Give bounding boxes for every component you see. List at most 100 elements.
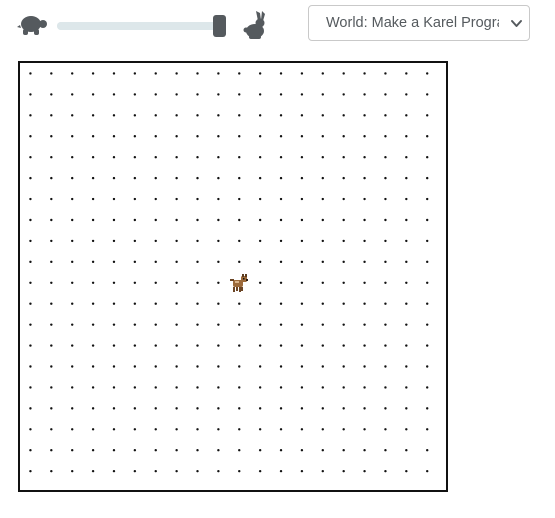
corner-dot — [300, 323, 304, 326]
corner-dot — [50, 281, 53, 284]
corner-dot — [405, 469, 408, 473]
corner-dot — [91, 344, 95, 347]
corner-dot — [112, 135, 116, 138]
corner-dot — [217, 218, 220, 222]
corner-dot — [50, 135, 53, 138]
corner-dot — [154, 197, 157, 201]
corner-dot — [29, 302, 32, 305]
corner-dot — [196, 155, 199, 159]
corner-dot — [238, 239, 241, 243]
corner-dot — [29, 135, 32, 138]
corner-dot — [91, 176, 95, 180]
corner-dot — [258, 135, 262, 138]
corner-dot — [342, 323, 345, 326]
corner-dot — [321, 72, 324, 75]
corner-dot — [196, 407, 199, 410]
corner-dot — [112, 469, 116, 473]
corner-dot — [154, 239, 157, 243]
corner-dot — [71, 407, 74, 410]
corner-dot — [175, 428, 178, 431]
corner-dot — [426, 239, 429, 243]
corner-dot — [29, 281, 32, 284]
corner-dot — [238, 365, 241, 368]
corner-dot — [133, 218, 137, 222]
corner-dot — [279, 365, 283, 368]
corner-dot — [405, 260, 408, 264]
corner-dot — [175, 386, 178, 389]
corner-dot — [91, 239, 95, 243]
corner-dot — [50, 72, 53, 75]
corner-dot — [405, 218, 408, 222]
corner-dot — [321, 365, 324, 368]
corner-dot — [405, 386, 408, 389]
corner-dot — [426, 407, 429, 410]
corner-dot — [71, 218, 74, 222]
corner-dot — [154, 428, 157, 431]
corner-dot — [426, 344, 429, 347]
corner-dot — [426, 176, 429, 180]
corner-dot — [175, 155, 178, 159]
corner-dot — [279, 323, 283, 326]
corner-dot — [321, 386, 324, 389]
corner-dot — [363, 260, 366, 264]
corner-dot — [279, 302, 283, 305]
corner-dot — [405, 344, 408, 347]
corner-dot — [112, 302, 116, 305]
corner-dot — [29, 260, 32, 264]
corner-dot — [258, 386, 262, 389]
corner-dot — [154, 469, 157, 473]
corner-dot — [238, 344, 241, 347]
corner-dot — [405, 302, 408, 305]
corner-dot — [133, 114, 137, 117]
corner-dot — [91, 302, 95, 305]
corner-dot — [363, 407, 366, 410]
corner-dot — [196, 344, 199, 347]
corner-dot — [29, 72, 32, 75]
corner-dot — [133, 386, 137, 389]
corner-dot — [50, 407, 53, 410]
corner-dot — [133, 155, 137, 159]
corner-dot — [50, 239, 53, 243]
karel-ide: World: Make a Karel Program — [0, 0, 555, 518]
corner-dot — [300, 135, 304, 138]
corner-dot — [71, 135, 74, 138]
corner-dot — [217, 155, 220, 159]
speed-slider-track[interactable] — [57, 22, 223, 30]
corner-dot — [154, 155, 157, 159]
rabbit-icon — [243, 11, 265, 39]
corner-dot — [154, 72, 157, 75]
corner-dot — [217, 302, 220, 305]
corner-dot — [71, 239, 74, 243]
corner-dot — [217, 469, 220, 473]
corner-dot — [321, 260, 324, 264]
corner-dot — [279, 155, 283, 159]
corner-dot — [258, 239, 262, 243]
corner-dot — [384, 114, 387, 117]
world-select-label: World: Make a Karel Program — [326, 15, 499, 31]
corner-dot — [342, 93, 345, 96]
corner-dot — [217, 344, 220, 347]
world-select[interactable]: World: Make a Karel Program — [308, 5, 530, 41]
corner-dot — [342, 197, 345, 201]
corner-dot — [196, 302, 199, 305]
speed-slider-thumb[interactable] — [213, 15, 226, 37]
corner-dot — [384, 135, 387, 138]
corner-dot — [300, 407, 304, 410]
corner-dot — [300, 469, 304, 473]
corner-dot — [71, 176, 74, 180]
corner-dot — [91, 469, 95, 473]
corner-dot — [50, 365, 53, 368]
corner-dot — [321, 239, 324, 243]
corner-dot — [112, 407, 116, 410]
corner-dot — [342, 135, 345, 138]
corner-dot — [91, 323, 95, 326]
corner-dot — [175, 469, 178, 473]
corner-dot — [363, 344, 366, 347]
corner-dot — [133, 323, 137, 326]
corner-dot — [342, 386, 345, 389]
corner-dot — [91, 93, 95, 96]
corner-dot — [363, 281, 366, 284]
corner-dot — [321, 93, 324, 96]
corner-dot — [238, 135, 241, 138]
corner-dot — [71, 114, 74, 117]
